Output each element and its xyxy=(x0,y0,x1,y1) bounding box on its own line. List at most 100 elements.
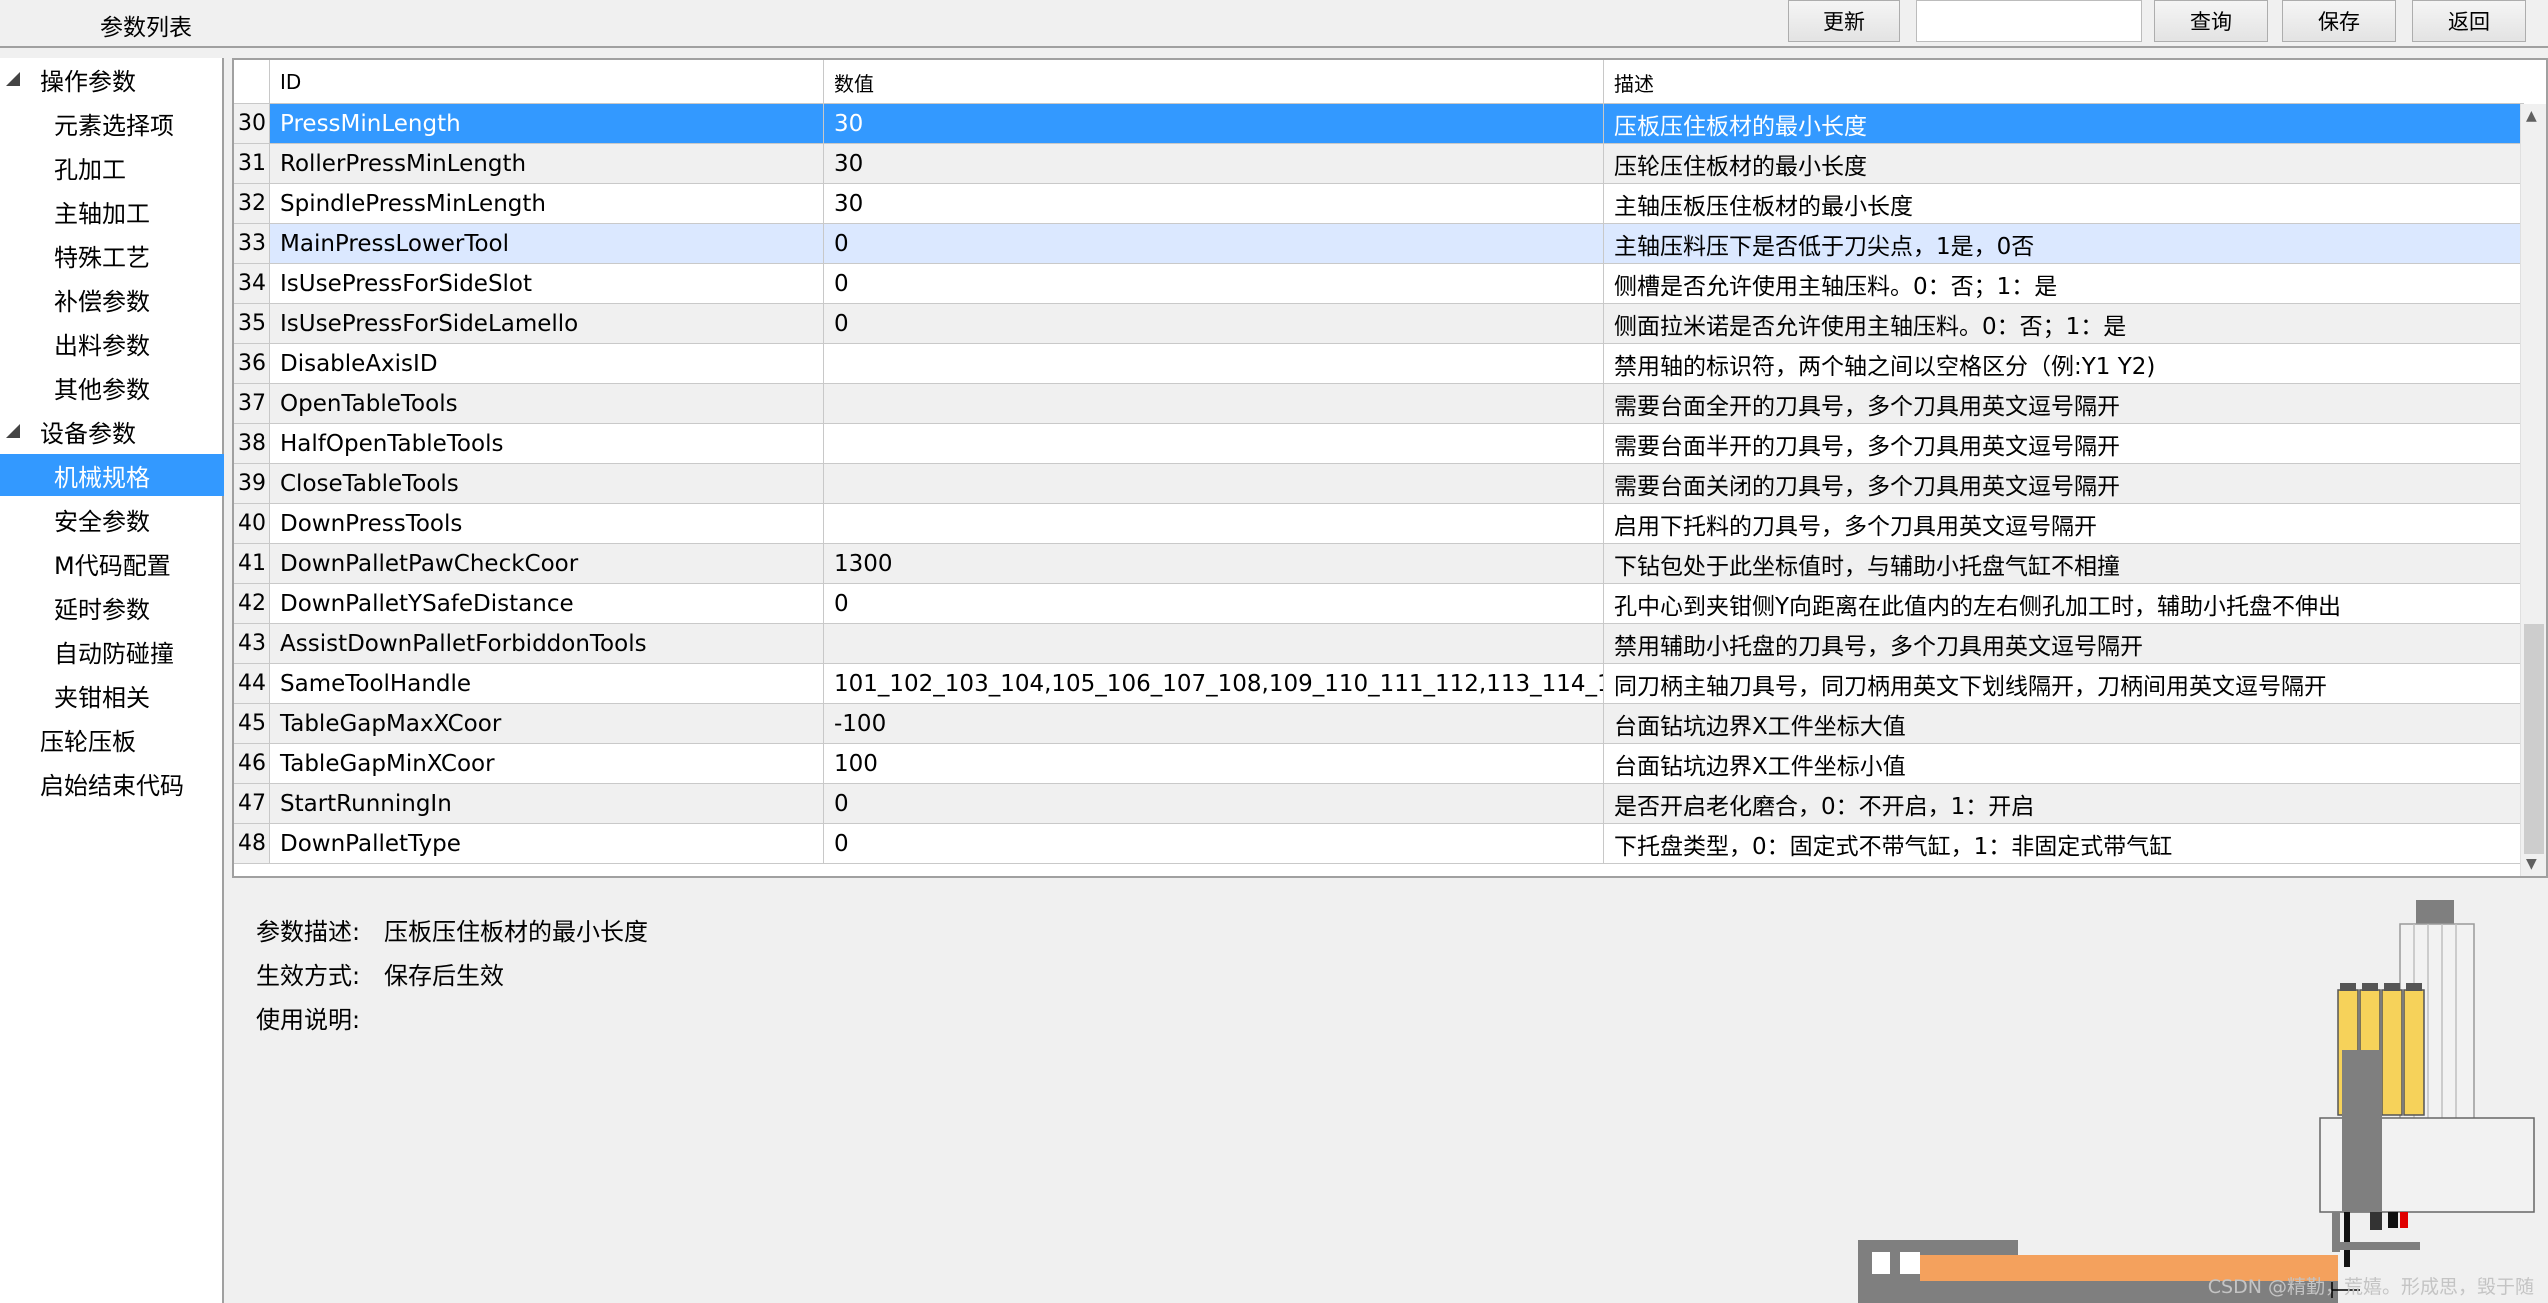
row-number: 38 xyxy=(234,424,270,463)
sidebar-item[interactable]: 启始结束代码 xyxy=(0,762,224,804)
table-row[interactable]: 33 MainPressLowerTool 0 主轴压料压下是否低于刀尖点，1是，0否 xyxy=(234,224,2524,264)
param-value-cell[interactable]: 30 xyxy=(824,184,1604,223)
param-id-cell: StartRunningIn xyxy=(270,784,824,823)
row-number: 41 xyxy=(234,544,270,583)
detail-effect-label: 生效方式: xyxy=(256,962,361,990)
table-row[interactable]: 38 HalfOpenTableTools 需要台面半开的刀具号，多个刀具用英文逗号… xyxy=(234,424,2524,464)
table-row[interactable]: 48 DownPalletType 0 下托盘类型，0：固定式不带气缸，1：非固定式带… xyxy=(234,824,2524,864)
param-value-cell[interactable] xyxy=(824,504,1604,543)
sidebar-item[interactable]: 其他参数 xyxy=(0,366,224,408)
param-description-cell: 禁用轴的标识符，两个轴之间以空格区分（例:Y1 Y2) xyxy=(1614,353,2156,380)
param-value-cell[interactable]: -100 xyxy=(824,704,1604,743)
table-row[interactable]: 34 IsUsePressForSideSlot 0 侧槽是否允许使用主轴压料。0：否… xyxy=(234,264,2524,304)
param-value-cell[interactable]: 1300 xyxy=(824,544,1604,583)
sidebar-item[interactable]: 元素选择项 xyxy=(0,102,224,144)
param-id-cell: CloseTableTools xyxy=(270,464,824,503)
window-title: 参数列表 xyxy=(100,15,192,41)
param-description-cell: 主轴压板压住板材的最小长度 xyxy=(1614,193,1913,220)
column-header-id[interactable]: ID xyxy=(270,60,824,104)
param-description-cell: 孔中心到夹钳侧Y向距离在此值内的左右侧孔加工时，辅助小托盘不伸出 xyxy=(1614,593,2342,620)
sidebar-item-label: 孔加工 xyxy=(54,155,126,184)
sidebar-item[interactable]: 设备参数 xyxy=(0,410,224,452)
sidebar-item[interactable]: 补偿参数 xyxy=(0,278,224,320)
param-value-cell[interactable]: 0 xyxy=(824,224,1604,263)
table-row[interactable]: 37 OpenTableTools 需要台面全开的刀具号，多个刀具用英文逗号隔开 xyxy=(234,384,2524,424)
column-header-value[interactable]: 数值 xyxy=(824,60,1604,104)
sidebar-item[interactable]: 出料参数 xyxy=(0,322,224,364)
table-row[interactable]: 45 TableGapMaxXCoor -100 台面钻坑边界X工件坐标大值 xyxy=(234,704,2524,744)
query-button[interactable]: 查询 xyxy=(2154,0,2268,42)
param-description-cell: 压轮压住板材的最小长度 xyxy=(1614,153,1867,180)
table-row[interactable]: 43 AssistDownPalletForbiddonTools 禁用辅助小托盘的… xyxy=(234,624,2524,664)
sidebar-item[interactable]: 特殊工艺 xyxy=(0,234,224,276)
sidebar-item[interactable]: M代码配置 xyxy=(0,542,224,584)
expand-triangle-icon[interactable] xyxy=(6,72,20,86)
search-input[interactable] xyxy=(1916,0,2142,42)
param-category-tree: 操作参数元素选择项孔加工主轴加工 特殊工艺 补偿参数 出料参数 其他参数 设备参数机械规格… xyxy=(0,58,224,1303)
param-value-cell[interactable] xyxy=(824,344,1604,383)
sidebar-item[interactable]: 操作参数 xyxy=(0,58,224,100)
param-id-cell: DownPalletYSafeDistance xyxy=(270,584,824,623)
sidebar-item[interactable]: 夹钳相关 xyxy=(0,674,224,716)
table-row[interactable]: 36 DisableAxisID 禁用轴的标识符，两个轴之间以空格区分（例:Y1 Y… xyxy=(234,344,2524,384)
table-row[interactable]: 46 TableGapMinXCoor 100 台面钻坑边界X工件坐标小值 xyxy=(234,744,2524,784)
param-value-cell[interactable] xyxy=(824,624,1604,663)
scroll-down-icon[interactable]: ▼ xyxy=(2526,856,2537,872)
table-row[interactable]: 44 SameToolHandle 101_102_103_104,105_106_… xyxy=(234,664,2524,704)
param-value-cell[interactable]: 30 xyxy=(824,104,1604,143)
grid-vertical-scrollbar[interactable]: ▲ ▼ xyxy=(2520,104,2546,876)
scrollbar-thumb[interactable] xyxy=(2524,624,2544,854)
table-row[interactable]: 32 SpindlePressMinLength 30 主轴压板压住板材的最小长度 xyxy=(234,184,2524,224)
param-value-cell[interactable] xyxy=(824,424,1604,463)
update-button[interactable]: 更新 xyxy=(1788,0,1900,42)
param-description-cell: 是否开启老化磨合，0：不开启，1：开启 xyxy=(1614,793,2035,820)
param-id-cell: DownPalletType xyxy=(270,824,824,863)
sidebar-item[interactable]: 机械规格 xyxy=(0,454,224,496)
sidebar-item[interactable]: 安全参数 xyxy=(0,498,224,540)
param-description-cell: 压板压住板材的最小长度 xyxy=(1614,113,1867,140)
table-row[interactable]: 47 StartRunningIn 0 是否开启老化磨合，0：不开启，1：开启 xyxy=(234,784,2524,824)
param-value-cell[interactable]: 30 xyxy=(824,144,1604,183)
param-value-cell[interactable]: 0 xyxy=(824,264,1604,303)
sidebar-item-label: M代码配置 xyxy=(54,551,171,580)
sidebar-item[interactable]: 自动防碰撞 xyxy=(0,630,224,672)
sidebar-item[interactable]: 压轮压板 xyxy=(0,718,224,760)
table-row[interactable]: 31 RollerPressMinLength 30 压轮压住板材的最小长度 xyxy=(234,144,2524,184)
column-header-description[interactable]: 描述 xyxy=(1604,60,2524,104)
sidebar-item[interactable]: 主轴加工 xyxy=(0,190,224,232)
param-detail-panel: 参数描述: 压板压住板材的最小长度 生效方式: 保存后生效 使用说明: CSDN… xyxy=(232,880,2548,1303)
table-row[interactable]: 30 PressMinLength 30 压板压住板材的最小长度 xyxy=(234,104,2524,144)
param-id-cell: DisableAxisID xyxy=(270,344,824,383)
save-button[interactable]: 保存 xyxy=(2282,0,2396,42)
param-value-cell[interactable]: 100 xyxy=(824,744,1604,783)
expand-triangle-icon[interactable] xyxy=(6,424,20,438)
scroll-up-icon[interactable]: ▲ xyxy=(2526,108,2537,124)
sidebar-item[interactable]: 延时参数 xyxy=(0,586,224,628)
param-value-cell[interactable] xyxy=(824,464,1604,503)
row-number: 48 xyxy=(234,824,270,863)
sidebar-item[interactable]: 孔加工 xyxy=(0,146,224,188)
param-value-cell[interactable] xyxy=(824,384,1604,423)
back-button[interactable]: 返回 xyxy=(2412,0,2526,42)
param-description-cell: 下钻包处于此坐标值时，与辅助小托盘气缸不相撞 xyxy=(1614,553,2120,580)
table-row[interactable]: 42 DownPalletYSafeDistance 0 孔中心到夹钳侧Y向距离在此… xyxy=(234,584,2524,624)
sidebar-item-label: 机械规格 xyxy=(54,463,150,492)
table-row[interactable]: 35 IsUsePressForSideLamello 0 侧面拉米诺是否允许使用主轴… xyxy=(234,304,2524,344)
param-value-cell[interactable]: 0 xyxy=(824,784,1604,823)
table-row[interactable]: 39 CloseTableTools 需要台面关闭的刀具号，多个刀具用英文逗号隔开 xyxy=(234,464,2524,504)
param-value-cell[interactable]: 0 xyxy=(824,584,1604,623)
param-description-cell: 需要台面半开的刀具号，多个刀具用英文逗号隔开 xyxy=(1614,433,2120,460)
row-number: 36 xyxy=(234,344,270,383)
table-row[interactable]: 41 DownPalletPawCheckCoor 1300 下钻包处于此坐标值时，与… xyxy=(234,544,2524,584)
detail-description-label: 参数描述: xyxy=(256,918,361,946)
param-value-cell[interactable]: 0 xyxy=(824,304,1604,343)
row-number: 34 xyxy=(234,264,270,303)
param-id-cell: SameToolHandle xyxy=(270,664,824,703)
table-row[interactable]: 40 DownPressTools 启用下托料的刀具号，多个刀具用英文逗号隔开 xyxy=(234,504,2524,544)
param-value-cell[interactable]: 0 xyxy=(824,824,1604,863)
sidebar-item-label: 启始结束代码 xyxy=(40,771,184,800)
param-value-cell[interactable]: 101_102_103_104,105_106_107_108,109_110_… xyxy=(824,664,1604,703)
drill-tool-3 xyxy=(2381,989,2403,1116)
sidebar-item-label: 元素选择项 xyxy=(54,111,174,140)
param-id-cell: DownPalletPawCheckCoor xyxy=(270,544,824,583)
